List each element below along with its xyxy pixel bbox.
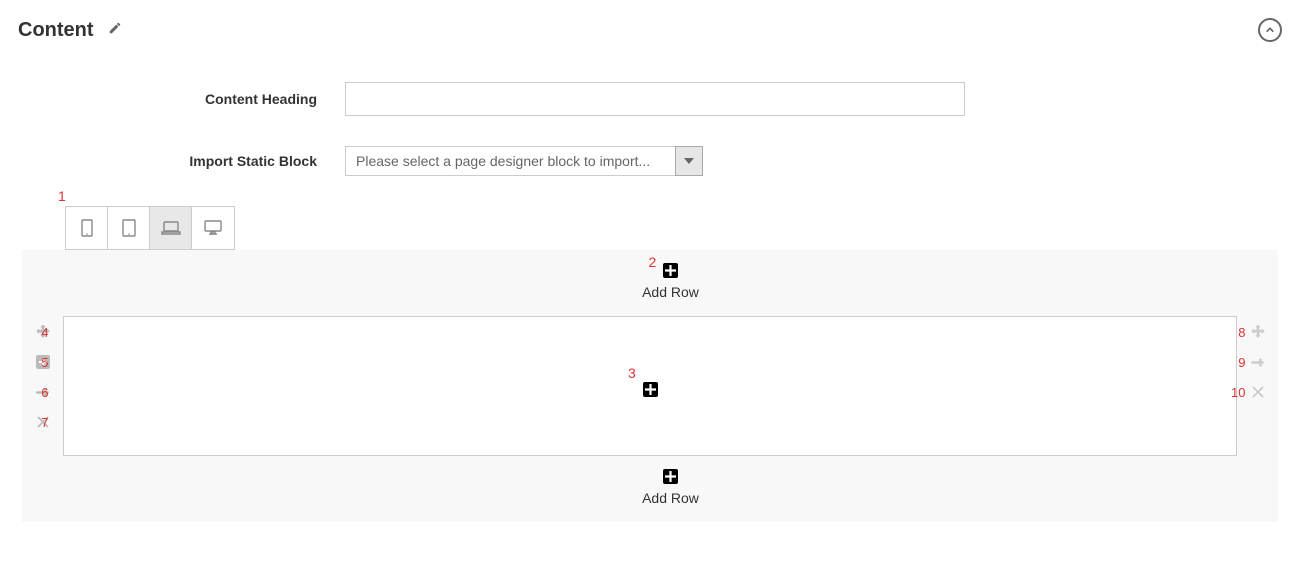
collapse-button[interactable] — [1258, 18, 1282, 42]
viewport-laptop-tab[interactable] — [150, 207, 192, 249]
annotation-9: 9 — [1222, 355, 1246, 370]
viewport-mobile-tab[interactable] — [66, 207, 108, 249]
add-row-icon — [663, 469, 678, 484]
col-settings-button[interactable]: 9 — [1250, 354, 1266, 370]
annotation-7: 7 — [31, 415, 49, 430]
row-canvas: 2 Add Row 4 5 6 — [22, 250, 1278, 522]
col-move-handle[interactable]: 8 — [1250, 324, 1266, 340]
annotation-10: 10 — [1222, 385, 1246, 400]
import-static-block-label: Import Static Block — [0, 153, 345, 169]
move-handle[interactable]: 4 — [35, 324, 51, 340]
annotation-1: 1 — [58, 188, 66, 204]
import-static-block-row: Import Static Block Please select a page… — [0, 146, 1300, 176]
annotation-5: 5 — [31, 355, 49, 370]
row-tools-left: 4 5 6 7 — [22, 316, 63, 456]
row-tools-right: 8 9 10 — [1237, 316, 1278, 456]
annotation-4: 4 — [31, 325, 49, 340]
section-header: Content — [0, 0, 1300, 52]
settings-button[interactable]: 6 — [35, 384, 51, 400]
add-row-label: Add Row — [63, 284, 1278, 300]
add-element-button[interactable]: 5 — [35, 354, 51, 370]
viewport-tabs — [65, 206, 235, 250]
col-delete-button[interactable]: 10 — [1250, 384, 1266, 400]
edit-icon[interactable] — [108, 21, 122, 40]
annotation-6: 6 — [31, 385, 49, 400]
content-heading-label: Content Heading — [0, 91, 345, 107]
add-row-icon — [663, 263, 678, 278]
viewport-desktop-tab[interactable] — [192, 207, 234, 249]
select-placeholder: Please select a page designer block to i… — [345, 146, 675, 176]
add-row-label: Add Row — [63, 490, 1278, 506]
form-area: Content Heading Import Static Block Plea… — [0, 52, 1300, 176]
add-content-icon[interactable] — [643, 382, 658, 397]
content-heading-row: Content Heading — [0, 82, 1300, 116]
page-builder-editor: 1 2 Add Row — [0, 206, 1300, 522]
delete-button[interactable]: 7 — [35, 414, 51, 430]
import-static-block-select[interactable]: Please select a page designer block to i… — [345, 146, 703, 176]
annotation-2: 2 — [649, 254, 657, 270]
content-heading-input[interactable] — [345, 82, 965, 116]
add-row-bottom[interactable]: Add Row — [63, 456, 1278, 522]
section-title: Content — [18, 19, 94, 42]
annotation-8: 8 — [1222, 325, 1246, 340]
content-row: 4 5 6 7 3 — [22, 316, 1278, 456]
row-content-area[interactable]: 3 — [63, 316, 1237, 456]
viewport-tablet-tab[interactable] — [108, 207, 150, 249]
dropdown-arrow-icon[interactable] — [675, 146, 703, 176]
annotation-3: 3 — [628, 365, 636, 381]
add-row-top[interactable]: 2 Add Row — [63, 250, 1278, 316]
